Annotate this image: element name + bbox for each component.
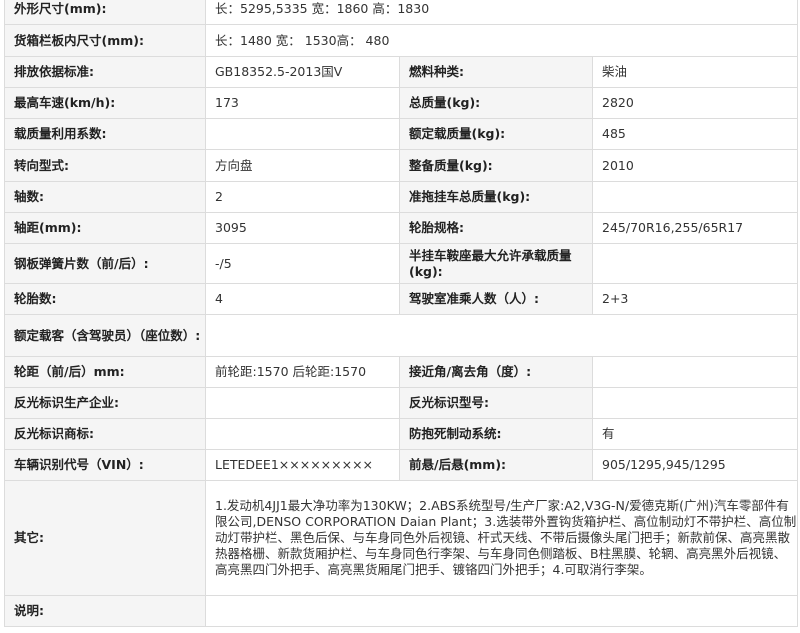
spec-row-reflector-maker: 反光标识生产企业: 反光标识型号: <box>4 387 799 419</box>
spec-value: -/5 <box>205 243 400 284</box>
spec-value: 1.发动机4JJ1最大净功率为130KW；2.ABS系统型号/生产厂家:A2,V… <box>204 480 799 596</box>
spec-value: 245/70R16,255/65R17 <box>591 212 799 244</box>
spec-row-notes: 说明: <box>4 595 799 627</box>
spec-value: 长：5295,5335 宽：1860 高：1830 <box>204 0 799 25</box>
spec-label: 额定载质量(kg): <box>399 118 593 150</box>
spec-label: 转向型式: <box>4 149 206 182</box>
spec-row-cargo-box: 货箱栏板内尺寸(mm): 长：1480 宽： 1530高： 480 <box>4 24 799 57</box>
spec-row-reflector-brand: 反光标识商标: 防抱死制动系统: 有 <box>4 418 799 450</box>
spec-label: 反光标识生产企业: <box>4 387 206 419</box>
spec-label: 说明: <box>4 595 206 627</box>
spec-label: 驾驶室准乘人数（人）: <box>399 283 593 315</box>
spec-value <box>591 356 799 388</box>
spec-label: 货箱栏板内尺寸(mm): <box>4 24 206 57</box>
spec-label: 外形尺寸(mm): <box>4 0 206 25</box>
spec-label: 钢板弹簧片数（前/后）: <box>4 243 206 284</box>
spec-label: 总质量(kg): <box>399 87 593 119</box>
spec-row-wheelbase: 轴距(mm): 3095 轮胎规格: 245/70R16,255/65R17 <box>4 212 799 244</box>
spec-label: 轮距（前/后）mm: <box>4 356 206 388</box>
spec-label: 接近角/离去角（度）: <box>399 356 593 388</box>
spec-value: 方向盘 <box>205 149 400 182</box>
spec-value <box>205 418 400 450</box>
spec-label: 燃料种类: <box>399 56 593 88</box>
spec-value <box>205 387 400 419</box>
spec-value <box>591 243 799 284</box>
spec-label: 反光标识商标: <box>4 418 206 450</box>
spec-label: 排放依据标准: <box>4 56 206 88</box>
spec-value: 2820 <box>591 87 799 119</box>
spec-label: 其它: <box>4 480 206 596</box>
spec-value: 4 <box>205 283 400 315</box>
spec-value <box>204 595 799 627</box>
spec-label: 半挂车鞍座最大允许承载质量(kg): <box>399 243 593 284</box>
spec-label: 准拖挂车总质量(kg): <box>399 181 593 213</box>
spec-value: 2+3 <box>591 283 799 315</box>
spec-label: 轮胎规格: <box>399 212 593 244</box>
spec-label: 反光标识型号: <box>399 387 593 419</box>
spec-label: 轮胎数: <box>4 283 206 315</box>
spec-label: 轴距(mm): <box>4 212 206 244</box>
spec-label: 最高车速(km/h): <box>4 87 206 119</box>
spec-value: 有 <box>591 418 799 450</box>
spec-label: 额定载客（含驾驶员）（座位数）: <box>4 314 206 357</box>
spec-value: 长：1480 宽： 1530高： 480 <box>204 24 799 57</box>
spec-value: 2010 <box>591 149 799 182</box>
vehicle-spec-table: 外形尺寸(mm): 长：5295,5335 宽：1860 高：1830 货箱栏板… <box>4 0 799 627</box>
spec-value: 3095 <box>205 212 400 244</box>
spec-value <box>591 181 799 213</box>
spec-row-dimensions: 外形尺寸(mm): 长：5295,5335 宽：1860 高：1830 <box>4 0 799 25</box>
spec-value: 173 <box>205 87 400 119</box>
spec-row-springs: 钢板弹簧片数（前/后）: -/5 半挂车鞍座最大允许承载质量(kg): <box>4 243 799 284</box>
spec-value <box>205 118 400 150</box>
spec-label: 防抱死制动系统: <box>399 418 593 450</box>
spec-label: 车辆识别代号（VIN）: <box>4 449 206 481</box>
spec-label: 载质量利用系数: <box>4 118 206 150</box>
spec-value: 柴油 <box>591 56 799 88</box>
spec-row-tires: 轮胎数: 4 驾驶室准乘人数（人）: 2+3 <box>4 283 799 315</box>
spec-label: 前悬/后悬(mm): <box>399 449 593 481</box>
spec-label: 轴数: <box>4 181 206 213</box>
spec-row-vin: 车辆识别代号（VIN）: LETEDEE1××××××××× 前悬/后悬(mm)… <box>4 449 799 481</box>
spec-value: 485 <box>591 118 799 150</box>
spec-row-max-speed: 最高车速(km/h): 173 总质量(kg): 2820 <box>4 87 799 119</box>
spec-value: GB18352.5-2013国Ⅴ <box>205 56 400 88</box>
spec-row-axles: 轴数: 2 准拖挂车总质量(kg): <box>4 181 799 213</box>
spec-row-steering: 转向型式: 方向盘 整备质量(kg): 2010 <box>4 149 799 182</box>
spec-row-rated-passengers: 额定载客（含驾驶员）（座位数）: <box>4 314 799 357</box>
spec-value: LETEDEE1××××××××× <box>205 449 400 481</box>
spec-row-track: 轮距（前/后）mm: 前轮距:1570 后轮距:1570 接近角/离去角（度）: <box>4 356 799 388</box>
spec-value: 905/1295,945/1295 <box>591 449 799 481</box>
spec-row-load-util: 载质量利用系数: 额定载质量(kg): 485 <box>4 118 799 150</box>
spec-value <box>591 387 799 419</box>
spec-value <box>204 314 799 357</box>
spec-label: 整备质量(kg): <box>399 149 593 182</box>
spec-value: 2 <box>205 181 400 213</box>
spec-row-other: 其它: 1.发动机4JJ1最大净功率为130KW；2.ABS系统型号/生产厂家:… <box>4 480 799 596</box>
spec-value: 前轮距:1570 后轮距:1570 <box>205 356 400 388</box>
spec-row-emission: 排放依据标准: GB18352.5-2013国Ⅴ 燃料种类: 柴油 <box>4 56 799 88</box>
